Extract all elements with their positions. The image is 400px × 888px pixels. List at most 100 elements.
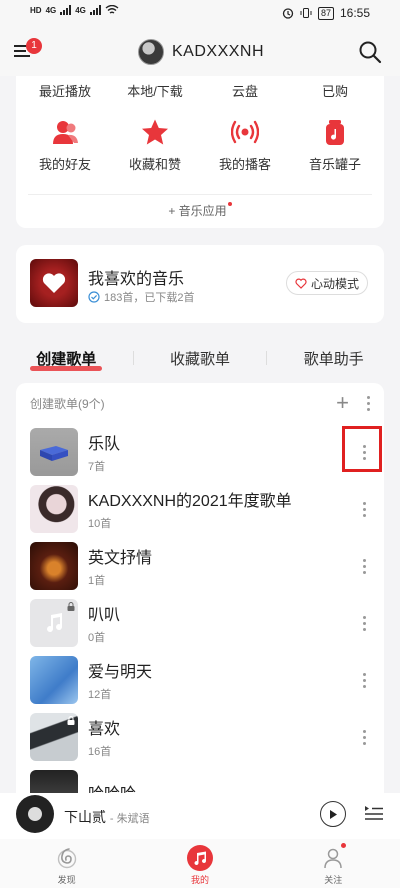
playlist-cover bbox=[30, 655, 78, 704]
divider bbox=[28, 194, 372, 195]
playlist-more-button[interactable] bbox=[358, 440, 370, 464]
playlist-count: 0首 bbox=[88, 631, 106, 644]
liked-title: 我喜欢的音乐 bbox=[88, 271, 185, 288]
playlist-name: 叭叭 bbox=[88, 606, 121, 624]
top-header: 1 KADXXXNH bbox=[0, 30, 400, 76]
shortcut-favorites[interactable]: 收藏和赞 bbox=[115, 118, 195, 173]
playlist-queue-icon[interactable] bbox=[364, 803, 384, 823]
cloud-disk-link[interactable]: 云盘 bbox=[205, 81, 285, 100]
playlist-count: 7首 bbox=[88, 460, 106, 473]
shortcut-label: 我的好友 bbox=[38, 157, 91, 172]
shortcut-friends[interactable]: 我的好友 bbox=[25, 118, 105, 173]
list-item[interactable]: 乐队 7首 bbox=[16, 423, 384, 480]
playlist-cover bbox=[30, 427, 78, 476]
now-playing-disc bbox=[16, 795, 54, 833]
star-icon bbox=[142, 119, 168, 145]
avatar bbox=[138, 39, 164, 65]
signal-indicators: HD 4G 4G bbox=[30, 5, 119, 15]
playlist-name: 乐队 bbox=[88, 435, 121, 453]
playlist-tabs: 创建歌单 收藏歌单 歌单助手 bbox=[16, 340, 384, 376]
alarm-icon bbox=[282, 8, 294, 19]
shortcut-podcast[interactable]: 我的播客 bbox=[205, 118, 285, 173]
nav-follow[interactable]: 关注 bbox=[293, 839, 373, 888]
shortcut-music-jar[interactable]: 音乐罐子 bbox=[295, 118, 375, 173]
playlist-more-button[interactable] bbox=[358, 497, 370, 521]
nav-label: 关注 bbox=[324, 875, 343, 885]
shortcut-label: 收藏和赞 bbox=[128, 157, 181, 172]
shortcuts-card: 最近播放 本地/下载 云盘 已购 我的好友 收藏和赞 我的播客 音乐罐子 + 音… bbox=[16, 76, 384, 228]
add-playlist-button[interactable]: + bbox=[336, 392, 349, 414]
search-icon[interactable] bbox=[358, 40, 382, 64]
tab-created-playlists[interactable]: 创建歌单 bbox=[30, 348, 103, 371]
lock-icon bbox=[67, 715, 75, 725]
nav-label: 发现 bbox=[57, 875, 76, 885]
list-item[interactable]: KADXXXNH的2021年度歌单 10首 bbox=[16, 480, 384, 537]
recent-play-link[interactable]: 最近播放 bbox=[25, 81, 105, 100]
status-bar: HD 4G 4G 87 16:55 bbox=[0, 0, 400, 30]
nav-my-music[interactable]: 我的 bbox=[160, 839, 240, 888]
liked-subtitle: 183首，已下载2首 bbox=[88, 289, 194, 305]
list-item[interactable]: 英文抒情 1首 bbox=[16, 537, 384, 594]
local-download-link[interactable]: 本地/下载 bbox=[115, 81, 195, 100]
shortcut-label: 我的播客 bbox=[218, 157, 271, 172]
tab-playlist-assistant[interactable]: 歌单助手 bbox=[300, 348, 368, 369]
playlist-cover bbox=[30, 712, 78, 761]
now-playing-info: 下山贰 - 朱斌语 bbox=[64, 807, 150, 827]
playlist-count-label: 创建歌单(9个) bbox=[30, 396, 105, 411]
play-button[interactable] bbox=[320, 801, 346, 827]
playlist-more-button[interactable] bbox=[358, 668, 370, 692]
playlist-more-button[interactable] bbox=[358, 725, 370, 749]
music-apps-button[interactable]: + 音乐应用 bbox=[16, 202, 384, 219]
clock: 16:55 bbox=[339, 6, 370, 20]
playlist-more-button[interactable] bbox=[358, 554, 370, 578]
song-artist: - 朱斌语 bbox=[109, 813, 150, 825]
liked-music-card[interactable]: 我喜欢的音乐 183首，已下载2首 心动模式 bbox=[16, 245, 384, 323]
music-note-icon bbox=[47, 612, 63, 632]
liked-cover bbox=[30, 259, 78, 307]
playlist-options-button[interactable] bbox=[367, 395, 370, 411]
tab-collected-playlists[interactable]: 收藏歌单 bbox=[166, 348, 234, 369]
vibrate-icon bbox=[300, 8, 312, 18]
discover-icon bbox=[54, 845, 80, 871]
heart-mode-label: 心动模式 bbox=[310, 276, 359, 291]
playlist-name: 喜欢 bbox=[88, 720, 121, 738]
username: KADXXXNH bbox=[172, 43, 265, 60]
heart-mode-button[interactable]: 心动模式 bbox=[285, 271, 368, 295]
play-icon bbox=[330, 809, 337, 819]
created-playlists-card: 创建歌单(9个) + 乐队 7首 KADXXXNH的2021年度歌单 10首 英… bbox=[16, 383, 384, 823]
playlist-count: 10首 bbox=[88, 517, 112, 530]
menu-badge: 1 bbox=[26, 38, 42, 54]
nav-discover[interactable]: 发现 bbox=[27, 839, 107, 888]
lock-icon bbox=[67, 601, 75, 611]
shortcut-label: 音乐罐子 bbox=[308, 157, 361, 172]
network-label: 4G bbox=[45, 5, 57, 15]
list-item[interactable]: 叭叭 0首 bbox=[16, 594, 384, 651]
list-item[interactable]: 爱与明天 12首 bbox=[16, 651, 384, 708]
signal-icon-2 bbox=[89, 5, 101, 15]
wifi-icon bbox=[105, 5, 119, 14]
heart-icon bbox=[42, 273, 66, 293]
tab-separator bbox=[132, 351, 134, 365]
music-jar-icon bbox=[326, 120, 344, 145]
playlist-cover bbox=[30, 541, 78, 590]
tab-separator bbox=[266, 351, 268, 365]
song-title: 下山贰 bbox=[64, 809, 106, 825]
list-item[interactable]: 喜欢 16首 bbox=[16, 708, 384, 765]
heart-outline-icon bbox=[295, 278, 307, 289]
hd-label: HD bbox=[30, 5, 42, 15]
mini-player[interactable]: 下山贰 - 朱斌语 bbox=[0, 793, 400, 839]
playlist-cover bbox=[30, 598, 78, 647]
playlist-cover bbox=[30, 484, 78, 533]
follow-icon bbox=[320, 845, 346, 871]
playlist-more-button[interactable] bbox=[358, 611, 370, 635]
playlist-name: KADXXXNH的2021年度歌单 bbox=[88, 492, 292, 510]
notification-dot bbox=[341, 843, 347, 848]
cube-icon bbox=[40, 445, 68, 461]
purchased-link[interactable]: 已购 bbox=[295, 81, 375, 100]
user-profile[interactable]: KADXXXNH bbox=[138, 39, 264, 65]
notification-dot bbox=[227, 202, 232, 206]
playlist-count: 12首 bbox=[88, 688, 112, 701]
playlist-name: 英文抒情 bbox=[88, 549, 153, 567]
plus-icon: + bbox=[168, 204, 179, 218]
shortcut-row-top: 最近播放 本地/下载 云盘 已购 bbox=[16, 76, 384, 104]
